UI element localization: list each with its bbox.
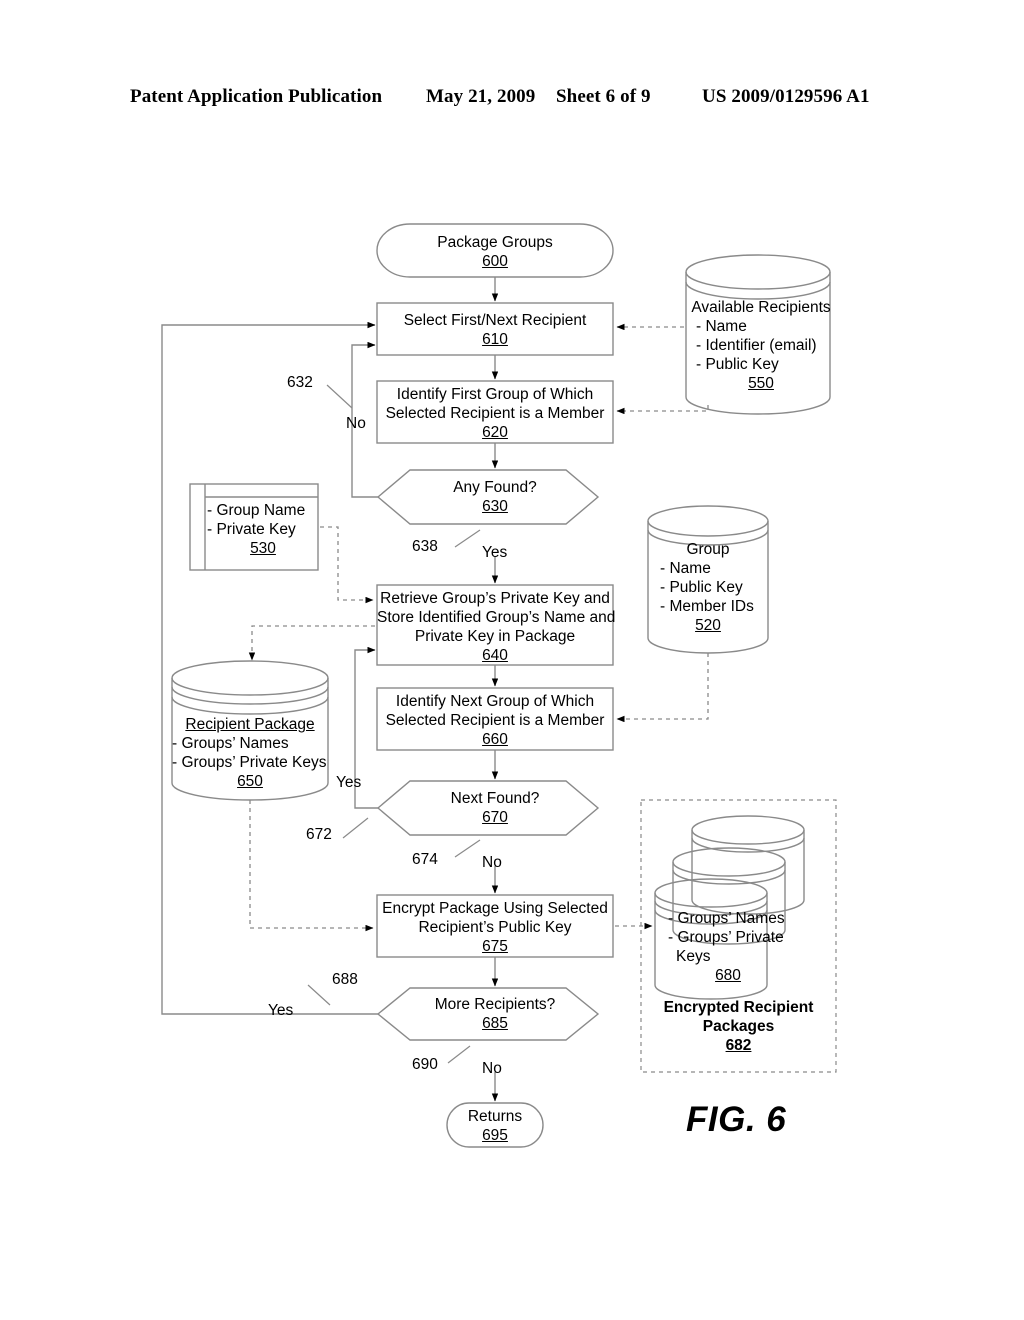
- node-decision-685-title: More Recipients?: [434, 996, 556, 1013]
- datastore-520-field-member-ids: - Member IDs: [660, 598, 754, 615]
- datastore-680-ref: 680: [715, 967, 741, 984]
- node-process-660: Identify Next Group of Which Selected Re…: [377, 692, 613, 749]
- datastore-recipient-package-650: Recipient Package - Groups’ Names - Grou…: [172, 715, 328, 791]
- shape-cylinder-650-top: [171, 660, 329, 696]
- shape-cylinder-520-top: [647, 505, 769, 537]
- datastore-group-520: Group - Name - Public Key - Member IDs 5…: [648, 540, 768, 635]
- datastore-650-ref: 650: [237, 773, 263, 790]
- datastore-encrypted-packages-680: - Groups’ Names - Groups’ Private Keys 6…: [668, 909, 788, 985]
- dataflow-640-to-650: [248, 625, 375, 661]
- leader-632: [326, 384, 353, 409]
- datastore-520-field-name: - Name: [660, 560, 711, 577]
- caption-682-line2: Packages: [702, 1018, 775, 1035]
- label-yes-630: Yes: [482, 544, 508, 561]
- shape-cylinder-680-mid-top: [672, 847, 786, 877]
- datastore-550-field-public-key: - Public Key: [696, 356, 779, 373]
- datastore-550-title: Available Recipients: [691, 299, 831, 316]
- node-process-620: Identify First Group of Which Selected R…: [377, 385, 613, 442]
- node-decision-670: Next Found? 670: [377, 789, 613, 827]
- label-690: 690: [412, 1056, 438, 1073]
- caption-682-line1: Encrypted Recipient: [663, 999, 814, 1016]
- datastore-650-field-private-keys: - Groups’ Private Keys: [172, 754, 327, 771]
- node-terminator-695-title: Returns: [467, 1108, 523, 1125]
- shape-cylinder-680-back-top: [691, 815, 805, 845]
- datastore-520-field-public-key: - Public Key: [660, 579, 743, 596]
- datastore-650-title: Recipient Package: [185, 716, 315, 733]
- node-process-660-line1: Identify Next Group of Which: [395, 693, 595, 710]
- label-688: 688: [332, 971, 358, 988]
- node-decision-685: More Recipients? 685: [377, 995, 613, 1033]
- datastore-530-field-private-key: - Private Key: [207, 521, 296, 538]
- node-process-660-ref: 660: [482, 731, 508, 748]
- node-process-610: Select First/Next Recipient 610: [377, 311, 613, 349]
- node-process-620-line1: Identify First Group of Which: [396, 386, 594, 403]
- datastore-520-ref: 520: [695, 617, 721, 634]
- shape-cylinder-550-top: [685, 254, 831, 290]
- node-process-610-title: Select First/Next Recipient: [403, 312, 587, 329]
- leader-690: [447, 1045, 471, 1064]
- dataflow-530-to-640: [320, 526, 374, 604]
- node-process-640-line2: Store Identified Group’s Name and: [377, 609, 616, 626]
- node-terminator-695: Returns 695: [427, 1107, 563, 1145]
- leader-638: [454, 529, 481, 548]
- label-yes-685: Yes: [268, 1002, 294, 1019]
- node-process-620-ref: 620: [482, 424, 508, 441]
- label-674: 674: [412, 851, 438, 868]
- datastore-680-field-keys: Keys: [676, 948, 711, 965]
- dataflow-650-to-675: [249, 800, 374, 932]
- leader-688: [307, 984, 331, 1006]
- dataflow-520-to-660: [616, 653, 709, 723]
- node-decision-630-ref: 630: [482, 498, 508, 515]
- node-start-600-title: Package Groups: [437, 234, 553, 251]
- node-start-600-ref: 600: [482, 253, 508, 270]
- datastore-650-field-names: - Groups’ Names: [172, 735, 289, 752]
- label-638: 638: [412, 538, 438, 555]
- leader-672: [342, 817, 369, 839]
- datastore-group-key-530: - Group Name - Private Key 530: [207, 501, 319, 558]
- datastore-available-recipients-550: Available Recipients - Name - Identifier…: [686, 298, 836, 393]
- label-no-685: No: [482, 1060, 502, 1077]
- node-decision-630-title: Any Found?: [453, 479, 537, 496]
- node-decision-685-ref: 685: [482, 1015, 508, 1032]
- label-yes-670: Yes: [336, 774, 362, 791]
- label-no-670: No: [482, 854, 502, 871]
- node-process-675-line2: Recipient’s Public Key: [418, 919, 572, 936]
- figure-label: FIG. 6: [686, 1100, 787, 1139]
- datastore-680-field-private: - Groups’ Private: [668, 929, 784, 946]
- node-process-640-line3: Private Key in Package: [414, 628, 576, 645]
- label-672: 672: [306, 826, 332, 843]
- shape-cylinder-680-back-body: [691, 830, 805, 915]
- node-terminator-695-ref: 695: [482, 1127, 508, 1144]
- node-process-640: Retrieve Group’s Private Key and Store I…: [377, 589, 616, 665]
- node-decision-670-ref: 670: [482, 809, 508, 826]
- node-process-640-line1: Retrieve Group’s Private Key and: [380, 590, 610, 607]
- node-decision-670-title: Next Found?: [450, 790, 540, 807]
- datastore-550-field-name: - Name: [696, 318, 747, 335]
- node-process-640-ref: 640: [482, 647, 508, 664]
- datastore-530-ref: 530: [250, 540, 276, 557]
- figure-6-flowchart: Package Groups 600 Select First/Next Rec…: [0, 0, 1024, 1320]
- node-process-620-line2: Selected Recipient is a Member: [385, 405, 605, 422]
- node-process-675-line1: Encrypt Package Using Selected: [382, 900, 608, 917]
- node-start-600: Package Groups 600: [377, 233, 613, 271]
- node-process-660-line2: Selected Recipient is a Member: [385, 712, 605, 729]
- caption-encrypted-recipient-packages-682: Encrypted Recipient Packages 682: [641, 998, 836, 1055]
- datastore-550-field-identifier: - Identifier (email): [696, 337, 817, 354]
- node-decision-630: Any Found? 630: [377, 478, 613, 516]
- datastore-550-ref: 550: [748, 375, 774, 392]
- datastore-520-title: Group: [686, 541, 730, 558]
- caption-682-ref: 682: [725, 1037, 752, 1054]
- label-no-630: No: [346, 415, 366, 432]
- leader-674: [454, 839, 481, 858]
- datastore-530-field-group-name: - Group Name: [207, 502, 306, 519]
- dataflow-550-to-620: [616, 405, 709, 415]
- datastore-680-field-names: - Groups’ Names: [668, 910, 785, 927]
- node-process-675: Encrypt Package Using Selected Recipient…: [377, 899, 613, 956]
- node-process-675-ref: 675: [482, 938, 508, 955]
- label-632: 632: [287, 374, 313, 391]
- node-process-610-ref: 610: [482, 331, 508, 348]
